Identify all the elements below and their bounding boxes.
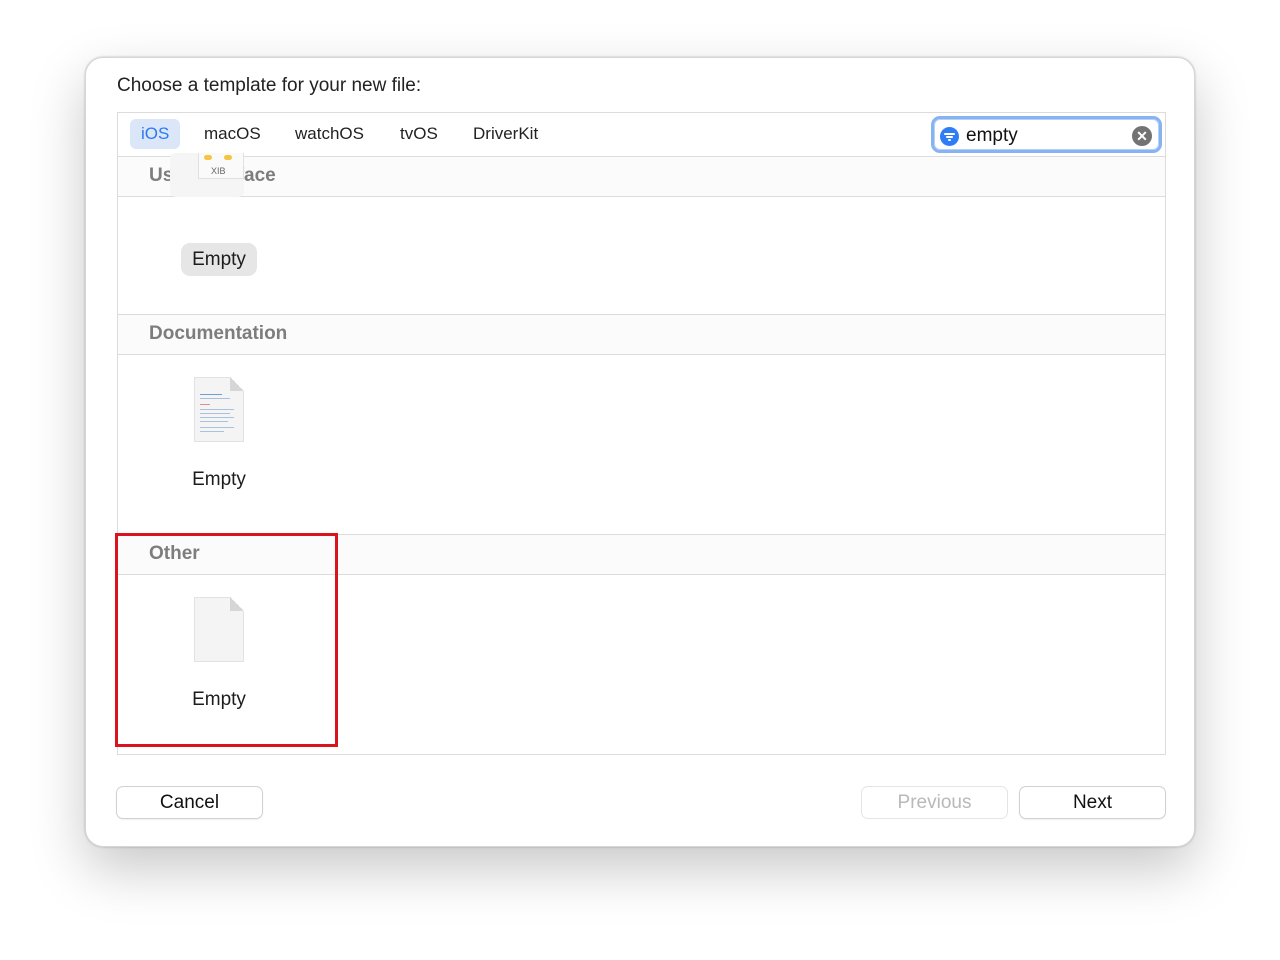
tab-macos[interactable]: macOS: [193, 119, 272, 149]
xib-mark-right: [224, 155, 232, 160]
dialog-title: Choose a template for your new file:: [117, 75, 422, 96]
template-label: Empty: [192, 469, 246, 490]
search-field[interactable]: empty ✕: [931, 116, 1162, 153]
previous-button[interactable]: Previous: [862, 787, 1007, 818]
xib-mark-left: [204, 155, 212, 160]
section-header-user-interface: User Interface: [118, 157, 1165, 197]
tab-driverkit[interactable]: DriverKit: [462, 119, 549, 149]
page-fold: [230, 377, 244, 391]
cancel-button[interactable]: Cancel: [117, 787, 262, 818]
search-input[interactable]: empty: [966, 123, 1018, 149]
platform-tab-bar: iOS macOS watchOS tvOS DriverKit empty ✕: [118, 113, 1165, 157]
section-header-documentation: Documentation: [118, 315, 1165, 355]
template-label: Empty: [181, 243, 257, 276]
highlight-annotation-box: [115, 533, 338, 747]
next-button[interactable]: Next: [1020, 787, 1165, 818]
tab-tvos[interactable]: tvOS: [389, 119, 449, 149]
filter-icon[interactable]: [940, 127, 959, 146]
clear-icon[interactable]: ✕: [1132, 126, 1152, 146]
xib-icon-text: XIB: [211, 166, 226, 176]
tab-watchos[interactable]: watchOS: [284, 119, 375, 149]
tab-ios[interactable]: iOS: [130, 119, 181, 149]
section-title: Documentation: [149, 323, 288, 344]
